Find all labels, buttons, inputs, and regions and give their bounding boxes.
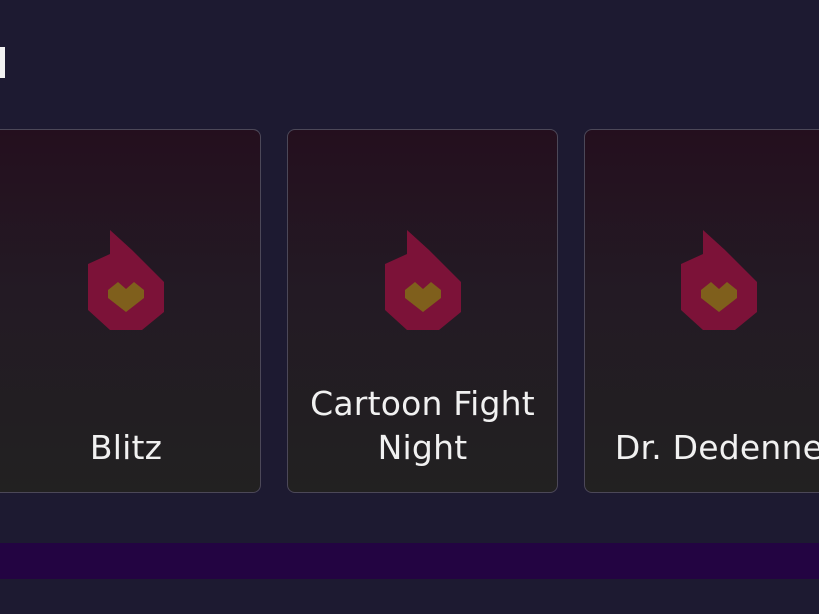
flame-heart-icon [88, 230, 164, 334]
card-cartoon-fight-night[interactable]: Cartoon Fight Night [287, 129, 558, 493]
flame-heart-icon [681, 230, 757, 334]
flame-heart-icon [384, 230, 461, 334]
card-carousel: Blitz Cartoon Fight Night Dr. Dedenne [0, 0, 819, 614]
bottom-bar [0, 543, 819, 579]
page: Blitz Cartoon Fight Night Dr. Dedenne [0, 0, 819, 614]
card-title: Blitz [89, 428, 163, 467]
card-blitz[interactable]: Blitz [0, 129, 261, 493]
card-dr-dedenne[interactable]: Dr. Dedenne [584, 129, 819, 493]
card-title: Dr. Dedenne [614, 428, 819, 467]
card-title: Cartoon Fight Night [310, 384, 535, 467]
